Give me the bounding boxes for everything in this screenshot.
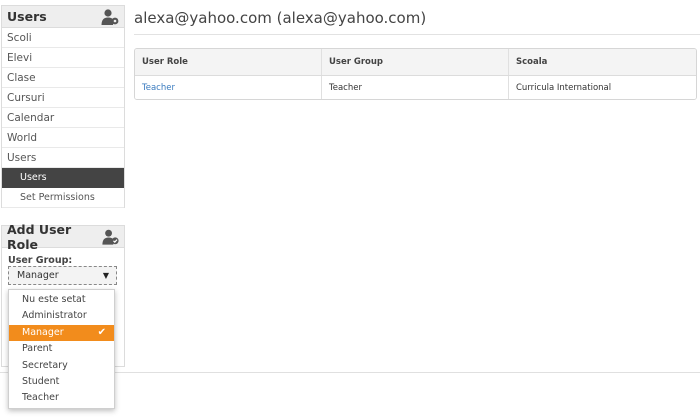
sidebar-item-clase[interactable]: Clase <box>2 68 124 88</box>
table-cell-scoala: Curricula International <box>516 83 612 93</box>
user-group-dropdown: Nu este setat Administrator Manager ✔ Pa… <box>8 289 115 409</box>
sidebar-item-scoli[interactable]: Scoli <box>2 28 124 48</box>
dropdown-option-student[interactable]: Student <box>9 374 114 390</box>
dropdown-option-manager[interactable]: Manager ✔ <box>9 324 114 342</box>
table-header-row: User Role User Group Scoala <box>135 49 696 76</box>
caret-down-icon: ▼ <box>102 271 109 280</box>
dropdown-option-secretary[interactable]: Secretary <box>9 358 114 374</box>
user-group-select[interactable]: Manager ▼ <box>8 266 117 285</box>
table-row: Teacher Teacher Curricula International <box>135 76 696 99</box>
users-panel-title: Users <box>7 9 47 24</box>
user-check-icon <box>102 229 119 245</box>
page-title: alexa@yahoo.com (alexa@yahoo.com) <box>134 9 427 27</box>
sidebar-nav: Scoli Elevi Clase Cursuri Calendar World… <box>2 28 124 208</box>
dropdown-option-not-set[interactable]: Nu este setat <box>9 292 114 308</box>
title-divider <box>134 34 700 35</box>
user-group-select-value: Manager <box>17 270 59 281</box>
column-header-scoala[interactable]: Scoala <box>509 49 696 75</box>
dropdown-option-teacher[interactable]: Teacher <box>9 390 114 406</box>
sidebar-item-calendar[interactable]: Calendar <box>2 108 124 128</box>
add-user-role-header: Add User Role <box>2 222 124 252</box>
users-gear-icon <box>101 8 119 25</box>
dropdown-option-manager-label: Manager <box>22 326 64 338</box>
sidebar-subitem-users[interactable]: Users <box>2 168 124 188</box>
dropdown-option-parent[interactable]: Parent <box>9 341 114 357</box>
sidebar-item-elevi[interactable]: Elevi <box>2 48 124 68</box>
table-cell-user-role: Teacher <box>135 76 322 99</box>
sidebar-item-users[interactable]: Users <box>2 148 124 168</box>
add-user-role-title: Add User Role <box>7 221 72 252</box>
user-role-link[interactable]: Teacher <box>142 83 175 93</box>
user-group-label: User Group: <box>8 255 73 266</box>
dropdown-option-administrator[interactable]: Administrator <box>9 308 114 324</box>
users-panel-header: Users <box>2 6 124 28</box>
users-panel: Users Scoli Elevi Clase Cursuri Calendar… <box>1 5 125 208</box>
checkmark-icon: ✔ <box>97 326 106 338</box>
table-cell-user-group: Teacher <box>322 76 509 99</box>
sidebar-item-cursuri[interactable]: Cursuri <box>2 88 124 108</box>
sidebar-subitem-set-permissions[interactable]: Set Permissions <box>2 188 124 208</box>
column-header-user-role[interactable]: User Role <box>135 49 322 75</box>
user-roles-table: User Role User Group Scoala Teacher Teac… <box>134 48 697 100</box>
sidebar-item-world[interactable]: World <box>2 128 124 148</box>
column-header-user-group[interactable]: User Group <box>322 49 509 75</box>
